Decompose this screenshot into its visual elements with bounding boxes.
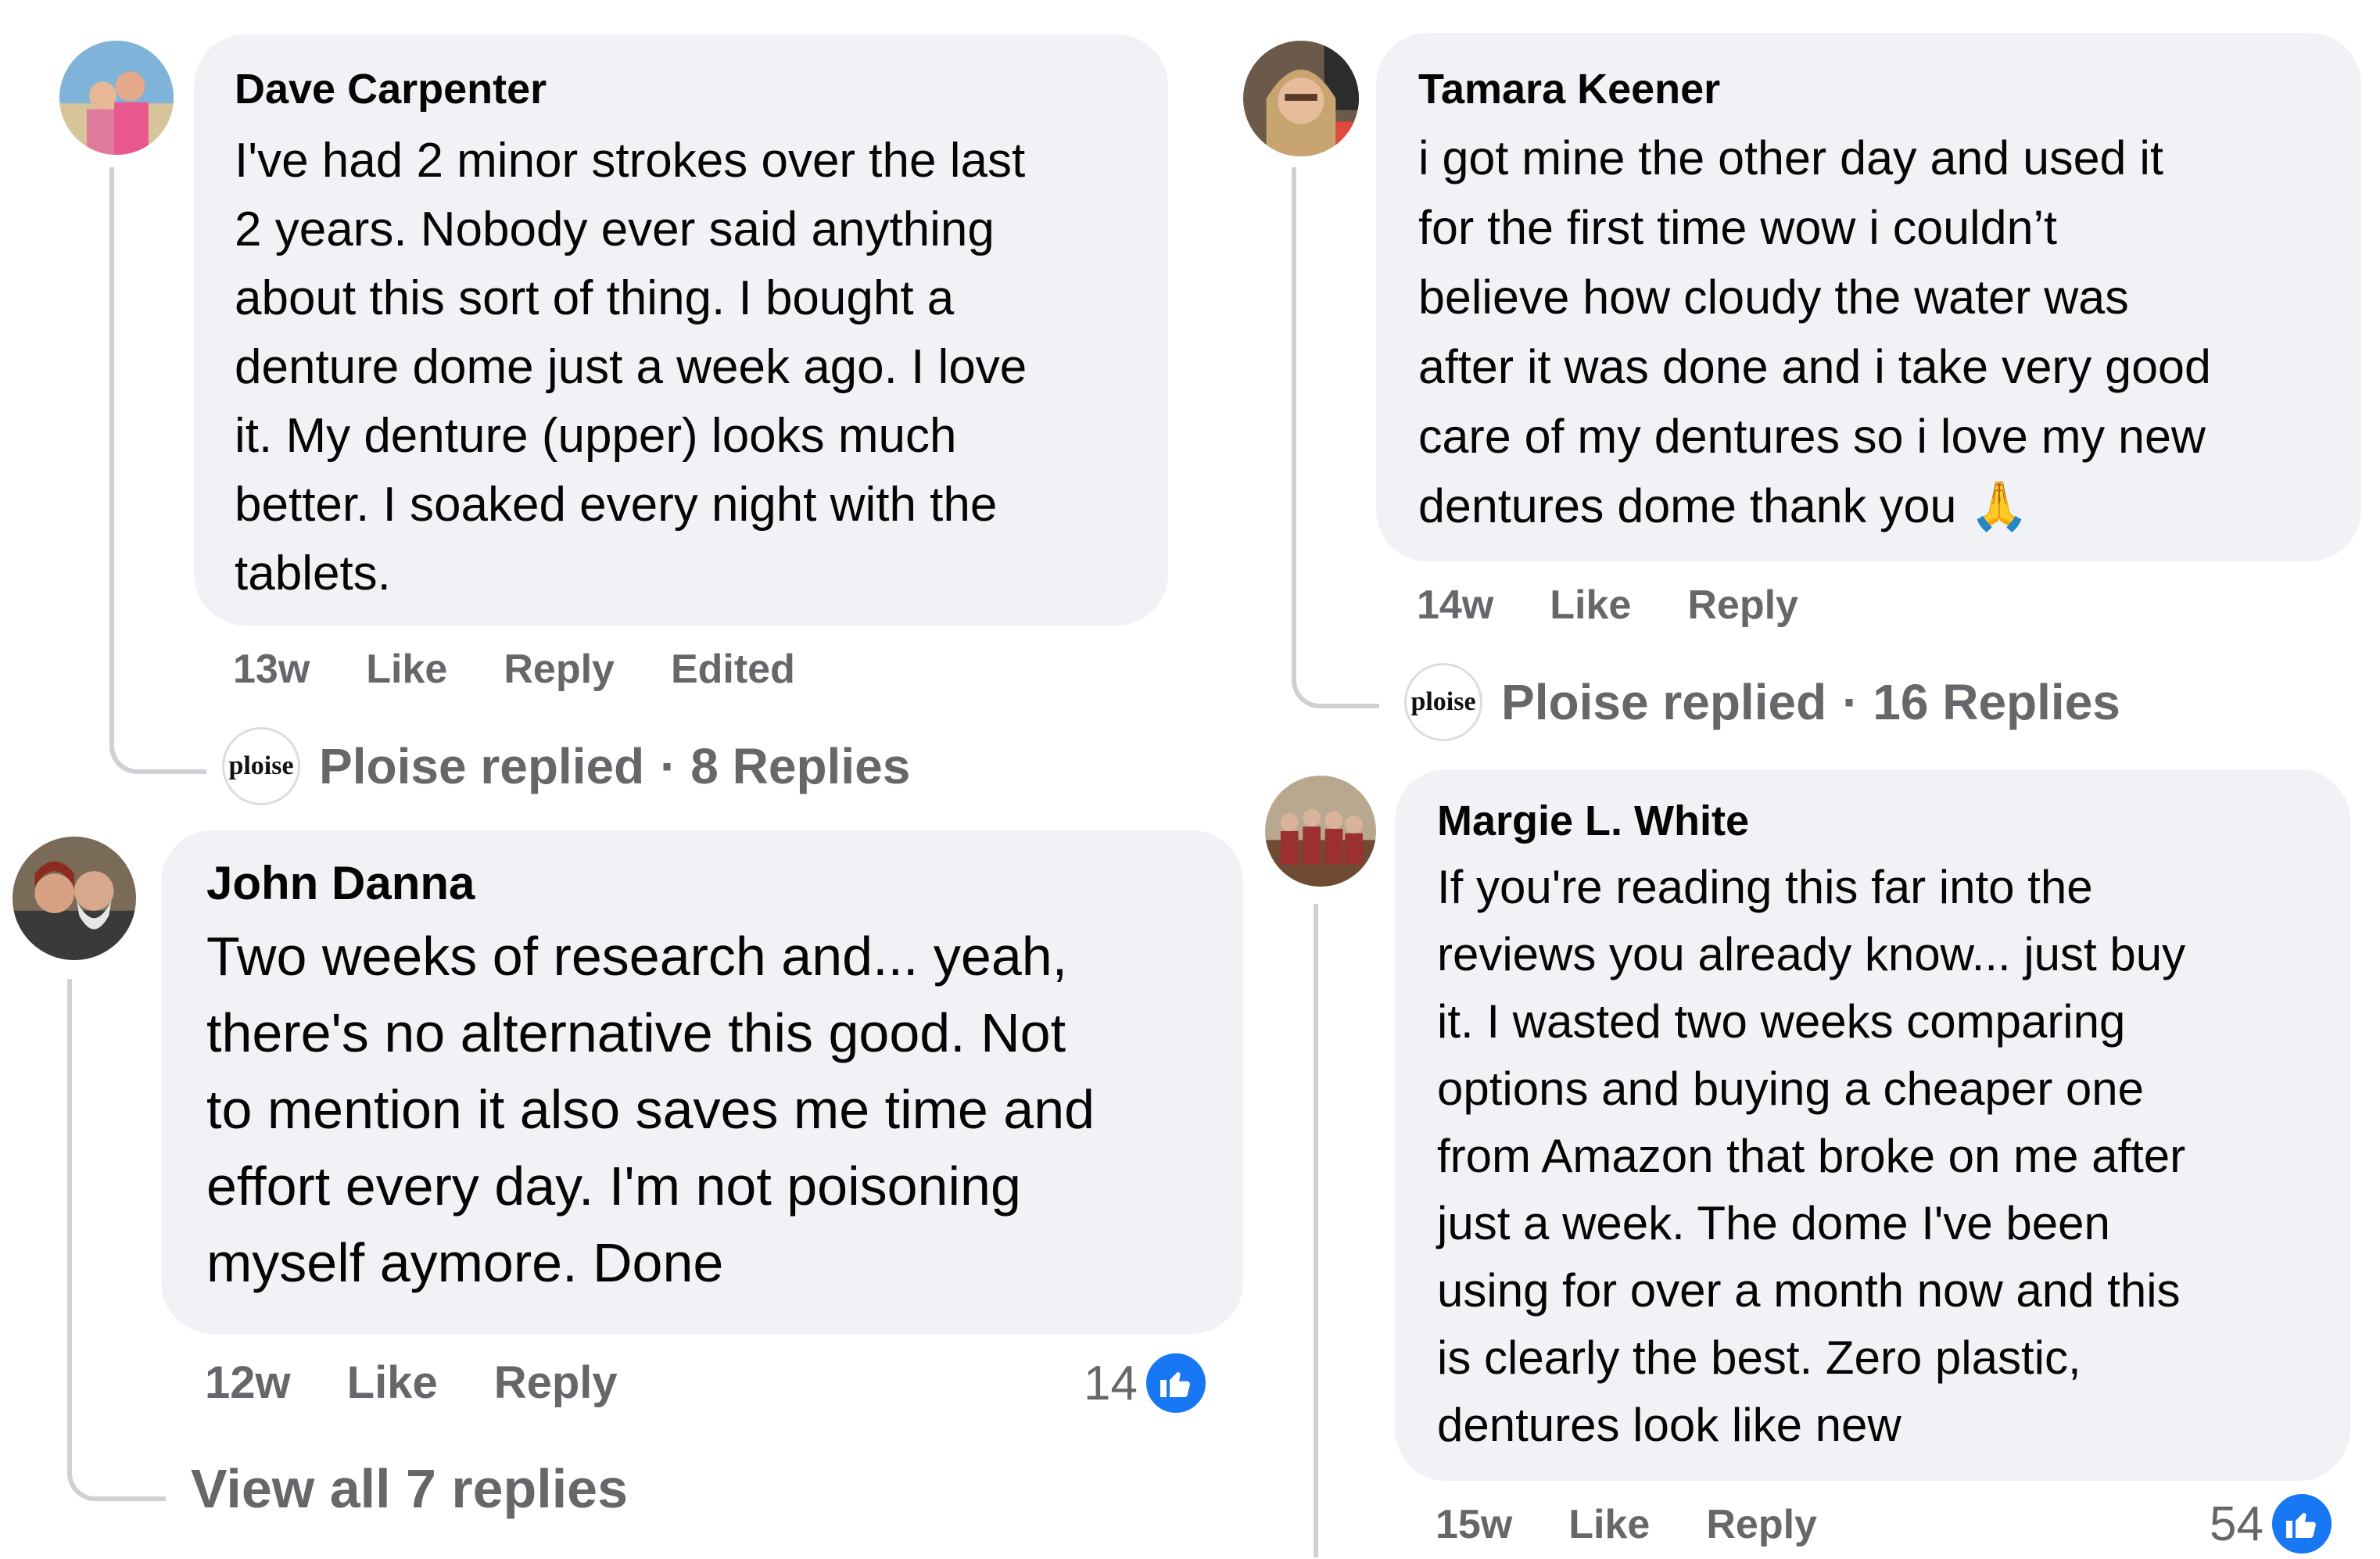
comment-actions: 15w Like Reply bbox=[1436, 1498, 1873, 1551]
comment-actions: 14w Like Reply bbox=[1417, 579, 1855, 632]
avatar[interactable] bbox=[13, 837, 136, 960]
thread-connector bbox=[67, 979, 166, 1501]
avatar-photo-icon bbox=[13, 837, 136, 960]
avatar[interactable] bbox=[1265, 776, 1376, 887]
replies-link[interactable]: ploise Ploise replied · 8 Replies bbox=[222, 726, 910, 807]
reply-count: · 16 Replies bbox=[1842, 674, 2120, 730]
comment-text: i got mine the other day and used it for… bbox=[1418, 131, 2211, 532]
avatar[interactable] bbox=[1243, 41, 1359, 156]
ploise-logo-avatar: ploise bbox=[222, 727, 300, 805]
comment-timestamp[interactable]: 14w bbox=[1417, 582, 1493, 629]
thread-connector bbox=[1292, 167, 1379, 708]
avatar-photo-icon bbox=[1265, 776, 1376, 887]
avatar-photo-icon bbox=[59, 41, 174, 155]
replied-by-label: Ploise replied bbox=[1501, 674, 1827, 730]
reply-button[interactable]: Reply bbox=[1706, 1501, 1817, 1548]
replies-link[interactable]: ploise Ploise replied · 16 Replies bbox=[1404, 661, 2120, 743]
comment-text: I've had 2 minor strokes over the last 2… bbox=[235, 134, 1027, 600]
comment-text: If you're reading this far into the revi… bbox=[1437, 861, 2186, 1451]
comment-actions: 12w Like Reply bbox=[205, 1356, 674, 1409]
like-button[interactable]: Like bbox=[366, 646, 447, 693]
view-all-replies-link[interactable]: View all 7 replies bbox=[191, 1457, 628, 1520]
reaction-count: 54 bbox=[2210, 1496, 2264, 1551]
edited-label[interactable]: Edited bbox=[671, 646, 795, 693]
like-button[interactable]: Like bbox=[1568, 1501, 1650, 1548]
comment-bubble: Margie L. White If you're reading this f… bbox=[1395, 769, 2350, 1481]
reply-button[interactable]: Reply bbox=[504, 646, 615, 693]
right-column: Tamara Keener i got mine the other day a… bbox=[1190, 0, 2380, 1557]
comment-author[interactable]: John Danna bbox=[206, 858, 1212, 909]
like-button[interactable]: Like bbox=[1550, 582, 1631, 629]
reply-button[interactable]: Reply bbox=[494, 1357, 618, 1409]
thread-connector bbox=[109, 167, 206, 774]
left-column: Dave Carpenter I've had 2 minor strokes … bbox=[0, 0, 1243, 1557]
avatar[interactable] bbox=[59, 41, 174, 155]
ploise-logo-avatar: ploise bbox=[1404, 663, 1482, 741]
reaction-summary[interactable]: 54 bbox=[2210, 1489, 2335, 1559]
like-button[interactable]: Like bbox=[347, 1357, 438, 1409]
comment-bubble: John Danna Two weeks of research and... … bbox=[161, 830, 1243, 1334]
comment-text: Two weeks of research and... yeah, there… bbox=[206, 926, 1095, 1293]
comment-timestamp[interactable]: 12w bbox=[205, 1357, 291, 1409]
comment-timestamp[interactable]: 15w bbox=[1436, 1501, 1512, 1548]
comment-author[interactable]: Margie L. White bbox=[1437, 796, 2327, 846]
replied-by-label: Ploise replied bbox=[319, 738, 645, 794]
thumbs-up-icon bbox=[2267, 1490, 2335, 1557]
reply-count: · 8 Replies bbox=[660, 738, 911, 794]
comment-author[interactable]: Dave Carpenter bbox=[235, 64, 1126, 114]
comment-author[interactable]: Tamara Keener bbox=[1418, 64, 2338, 114]
comment-timestamp[interactable]: 13w bbox=[233, 646, 310, 693]
comment-bubble: Tamara Keener i got mine the other day a… bbox=[1376, 33, 2361, 561]
comment-actions: 13w Like Reply Edited bbox=[233, 643, 851, 696]
comment-bubble: Dave Carpenter I've had 2 minor strokes … bbox=[194, 34, 1168, 625]
reaction-count: 14 bbox=[1084, 1356, 1138, 1410]
thread-connector bbox=[1314, 904, 1318, 1557]
avatar-photo-icon bbox=[1243, 41, 1359, 156]
reply-button[interactable]: Reply bbox=[1687, 582, 1798, 629]
